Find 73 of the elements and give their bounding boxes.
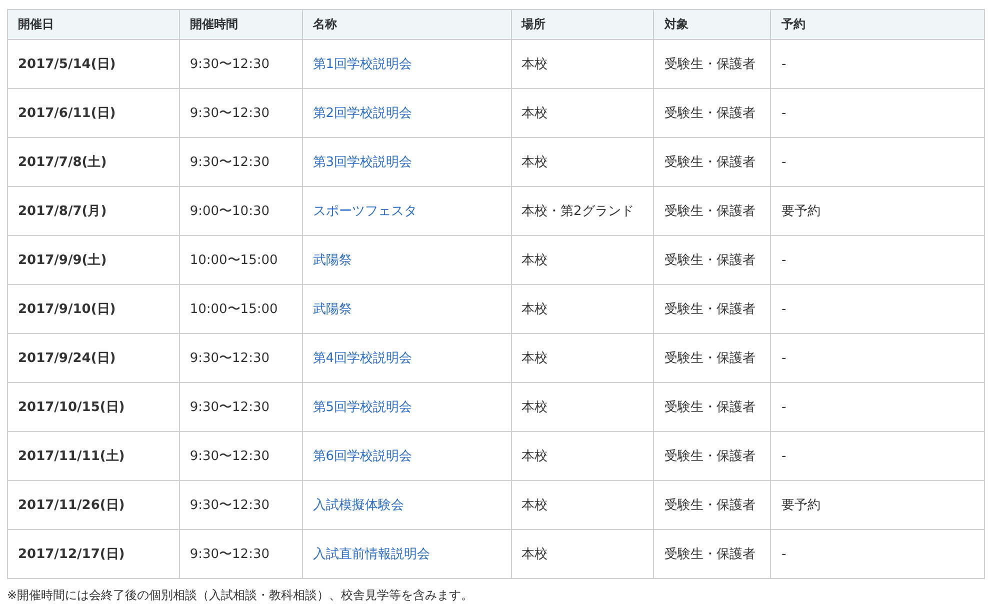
event-link[interactable]: 第3回学校説明会 bbox=[312, 155, 412, 170]
table-cell: 9:30〜12:30 bbox=[179, 480, 302, 530]
event-link[interactable]: 第1回学校説明会 bbox=[312, 57, 412, 72]
event-link[interactable]: 武陽祭 bbox=[312, 253, 352, 268]
table-cell: 10:00〜15:00 bbox=[179, 284, 302, 334]
date-cell: 2017/7/8(土) bbox=[8, 138, 180, 186]
table-cell: 9:30〜12:30 bbox=[179, 530, 302, 578]
date-cell: 2017/11/26(日) bbox=[8, 480, 180, 530]
table-cell: 受験生・保護者 bbox=[654, 480, 771, 530]
event-link[interactable]: 入試模擬体験会 bbox=[312, 498, 404, 513]
table-cell: - bbox=[770, 236, 984, 284]
event-link[interactable]: 第2回学校説明会 bbox=[312, 106, 412, 121]
table-cell: 本校 bbox=[511, 382, 654, 432]
table-cell: 受験生・保護者 bbox=[654, 284, 771, 334]
table-cell: - bbox=[770, 334, 984, 382]
table-cell: 要予約 bbox=[770, 186, 984, 236]
table-cell: 本校 bbox=[511, 334, 654, 382]
column-header: 開催日 bbox=[8, 10, 180, 40]
table-cell: - bbox=[770, 40, 984, 88]
table-cell: 本校 bbox=[511, 236, 654, 284]
table-cell: 本校 bbox=[511, 138, 654, 186]
table-cell: 本校 bbox=[511, 432, 654, 480]
table-cell: 受験生・保護者 bbox=[654, 334, 771, 382]
column-header: 対象 bbox=[654, 10, 771, 40]
column-header: 予約 bbox=[770, 10, 984, 40]
table-cell: 本校 bbox=[511, 284, 654, 334]
table-cell: 本校 bbox=[511, 88, 654, 138]
table-cell: 受験生・保護者 bbox=[654, 186, 771, 236]
table-cell: - bbox=[770, 138, 984, 186]
table-cell: - bbox=[770, 88, 984, 138]
table-cell: 本校 bbox=[511, 530, 654, 578]
table-cell: 受験生・保護者 bbox=[654, 138, 771, 186]
event-link[interactable]: 第4回学校説明会 bbox=[312, 351, 412, 366]
table-cell: 9:30〜12:30 bbox=[179, 88, 302, 138]
date-cell: 2017/12/17(日) bbox=[8, 530, 180, 578]
event-link[interactable]: スポーツフェスタ bbox=[312, 204, 417, 219]
table-cell: 本校 bbox=[511, 40, 654, 88]
event-link[interactable]: 武陽祭 bbox=[312, 302, 352, 317]
table-cell: 9:30〜12:30 bbox=[179, 382, 302, 432]
event-link[interactable]: 第5回学校説明会 bbox=[312, 400, 412, 415]
table-cell: 受験生・保護者 bbox=[654, 432, 771, 480]
date-cell: 2017/10/15(日) bbox=[8, 382, 180, 432]
table-cell: - bbox=[770, 530, 984, 578]
event-link[interactable]: 入試直前情報説明会 bbox=[312, 547, 430, 562]
table-cell: - bbox=[770, 284, 984, 334]
column-header: 名称 bbox=[302, 10, 512, 40]
table-cell: 9:30〜12:30 bbox=[179, 40, 302, 88]
date-cell: 2017/8/7(月) bbox=[8, 186, 180, 236]
table-cell: 受験生・保護者 bbox=[654, 236, 771, 284]
table-cell: 本校 bbox=[511, 480, 654, 530]
footnote: ※開催時間には会終了後の個別相談（入試相談・教科相談）、校舎見学等を含みます。 bbox=[7, 587, 474, 604]
date-cell: 2017/11/11(土) bbox=[8, 432, 180, 480]
table-cell: 受験生・保護者 bbox=[654, 88, 771, 138]
table-cell: 受験生・保護者 bbox=[654, 382, 771, 432]
table-cell: - bbox=[770, 432, 984, 480]
event-link[interactable]: 第6回学校説明会 bbox=[312, 449, 412, 464]
table-cell: 9:00〜10:30 bbox=[179, 186, 302, 236]
table-cell: - bbox=[770, 382, 984, 432]
date-cell: 2017/9/10(日) bbox=[8, 284, 180, 334]
table-cell: 9:30〜12:30 bbox=[179, 138, 302, 186]
date-cell: 2017/9/24(日) bbox=[8, 334, 180, 382]
table-cell: 受験生・保護者 bbox=[654, 40, 771, 88]
date-cell: 2017/6/11(日) bbox=[8, 88, 180, 138]
table-cell: 9:30〜12:30 bbox=[179, 334, 302, 382]
table-cell: 9:30〜12:30 bbox=[179, 432, 302, 480]
table-cell: 本校・第2グランド bbox=[511, 186, 654, 236]
table-cell: 受験生・保護者 bbox=[654, 530, 771, 578]
date-cell: 2017/9/9(土) bbox=[8, 236, 180, 284]
table-cell: 要予約 bbox=[770, 480, 984, 530]
column-header: 場所 bbox=[511, 10, 654, 40]
column-header: 開催時間 bbox=[179, 10, 302, 40]
table-cell: 10:00〜15:00 bbox=[179, 236, 302, 284]
date-cell: 2017/5/14(日) bbox=[8, 40, 180, 88]
